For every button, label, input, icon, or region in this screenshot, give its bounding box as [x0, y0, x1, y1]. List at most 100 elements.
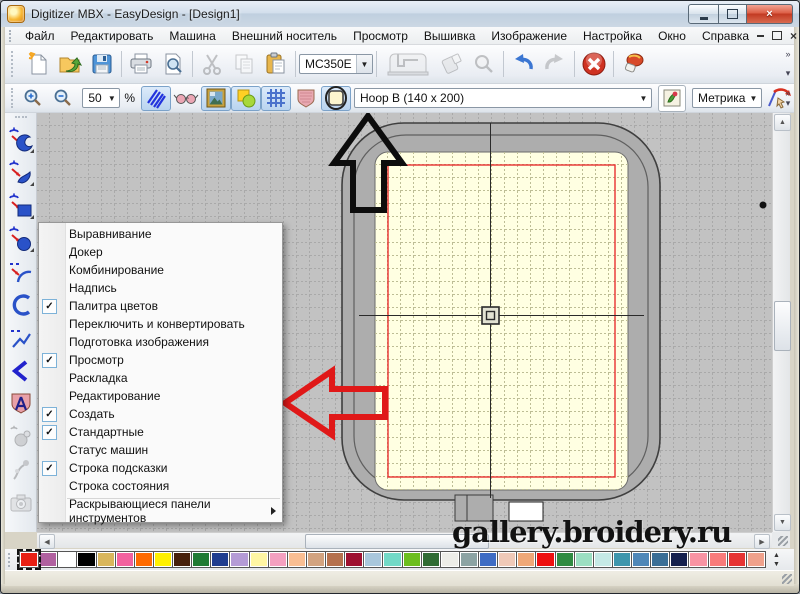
color-swatch[interactable]: [249, 551, 269, 568]
color-swatch[interactable]: [344, 551, 364, 568]
show-stitches-button[interactable]: [141, 86, 171, 111]
hoop-combo[interactable]: Hoop B (140 x 200) ▼: [354, 88, 652, 108]
vertical-scrollbar[interactable]: ▲ ▼: [772, 113, 790, 532]
minimize-button[interactable]: [688, 4, 719, 24]
color-swatch[interactable]: [535, 551, 555, 568]
color-swatch[interactable]: [363, 551, 383, 568]
menu-7[interactable]: Изображение: [483, 28, 575, 44]
resize-grip[interactable]: [778, 536, 788, 546]
context-menu-item[interactable]: Надпись: [39, 279, 282, 297]
color-swatch[interactable]: [19, 551, 39, 568]
context-menu-item[interactable]: Раскрывающиеся панели инструментов: [39, 502, 282, 520]
color-swatch[interactable]: [229, 551, 249, 568]
color-swatch[interactable]: [459, 551, 479, 568]
color-swatch[interactable]: [669, 551, 689, 568]
design-finder-button[interactable]: [468, 48, 500, 80]
write-to-card-button[interactable]: [436, 48, 468, 80]
copy-button[interactable]: [228, 48, 260, 80]
context-menu-item[interactable]: ✓Стандартные: [39, 423, 282, 441]
new-document-button[interactable]: [22, 48, 54, 80]
scroll-up-button[interactable]: ▲: [774, 114, 791, 131]
color-swatch[interactable]: [325, 551, 345, 568]
chevron-down-icon[interactable]: ▼: [356, 55, 372, 73]
resize-grip[interactable]: [782, 574, 792, 584]
tool-rectangle[interactable]: [7, 191, 35, 220]
color-swatch[interactable]: [478, 551, 498, 568]
save-design-button[interactable]: [86, 48, 118, 80]
color-swatch[interactable]: [593, 551, 613, 568]
scroll-left-button[interactable]: ◀: [39, 534, 55, 549]
menubar-drag-handle[interactable]: [9, 30, 11, 42]
menu-6[interactable]: Вышивка: [416, 28, 484, 44]
color-swatch[interactable]: [76, 551, 96, 568]
color-swatch[interactable]: [516, 551, 536, 568]
zoom-out-button[interactable]: [48, 86, 78, 111]
scroll-down-button[interactable]: ▼: [774, 514, 791, 531]
color-swatch[interactable]: [574, 551, 594, 568]
toolbox-drag-handle[interactable]: [15, 116, 27, 122]
color-swatch[interactable]: [306, 551, 326, 568]
redo-button[interactable]: [539, 48, 571, 80]
tool-open-object[interactable]: [7, 158, 35, 187]
tool-circle-arc[interactable]: [7, 290, 35, 319]
color-swatch[interactable]: [555, 551, 575, 568]
chevron-down-icon[interactable]: ▼: [104, 89, 119, 107]
color-swatch[interactable]: [38, 551, 58, 568]
color-swatch[interactable]: [631, 551, 651, 568]
color-swatch[interactable]: [421, 551, 441, 568]
color-swatch[interactable]: [115, 551, 135, 568]
mdi-minimize-icon[interactable]: [757, 35, 764, 37]
context-menu-item[interactable]: Выравнивание: [39, 225, 282, 243]
tool-branching[interactable]: [7, 455, 35, 484]
show-vectors-button[interactable]: [231, 86, 261, 111]
color-swatch[interactable]: [96, 551, 116, 568]
color-swatch[interactable]: [497, 551, 517, 568]
toolbar-overflow[interactable]: »▾: [782, 47, 794, 81]
show-hoop-button[interactable]: [321, 86, 351, 111]
show-picture-button[interactable]: [201, 86, 231, 111]
context-menu-item[interactable]: Подготовка изображения: [39, 333, 282, 351]
print-preview-button[interactable]: [157, 48, 189, 80]
mdi-close-icon[interactable]: ×: [790, 30, 797, 42]
palette-spinner[interactable]: ▲▼: [773, 552, 780, 568]
color-swatch[interactable]: [57, 551, 77, 568]
show-needle-points-button[interactable]: [171, 86, 201, 111]
zoom-in-button[interactable]: [18, 86, 48, 111]
scroll-right-button[interactable]: ▶: [754, 534, 770, 549]
undo-button[interactable]: [507, 48, 539, 80]
zoom-level-combo[interactable]: 50 ▼: [82, 88, 120, 108]
paste-button[interactable]: [260, 48, 292, 80]
color-swatch[interactable]: [287, 551, 307, 568]
color-swatch[interactable]: [191, 551, 211, 568]
machine-combo[interactable]: MC350E ▼: [299, 54, 373, 74]
color-swatch[interactable]: [688, 551, 708, 568]
toolbar-overflow[interactable]: »▾: [782, 86, 794, 110]
vertical-scroll-thumb[interactable]: [774, 301, 791, 351]
toolbar-drag-handle[interactable]: [11, 88, 14, 108]
color-swatch[interactable]: [268, 551, 288, 568]
cut-button[interactable]: [196, 48, 228, 80]
context-menu-item[interactable]: Докер: [39, 243, 282, 261]
color-swatch[interactable]: [650, 551, 670, 568]
menu-5[interactable]: Просмотр: [345, 28, 416, 44]
menu-10[interactable]: Справка: [694, 28, 757, 44]
context-menu-item[interactable]: Строка состояния: [39, 477, 282, 495]
toolbar-drag-handle[interactable]: [11, 51, 18, 78]
color-swatch[interactable]: [382, 551, 402, 568]
context-menu-item[interactable]: Редактирование: [39, 387, 282, 405]
tool-ellipse[interactable]: [7, 224, 35, 253]
tool-fill-design[interactable]: [7, 422, 35, 451]
show-grid-button[interactable]: [261, 86, 291, 111]
tool-photo-flash[interactable]: [7, 488, 35, 517]
color-swatch[interactable]: [210, 551, 230, 568]
stitch-tool-button[interactable]: [617, 48, 649, 80]
tool-chevron[interactable]: [7, 356, 35, 385]
context-menu-item[interactable]: Комбинирование: [39, 261, 282, 279]
context-menu-item[interactable]: Раскладка: [39, 369, 282, 387]
mdi-restore-icon[interactable]: [772, 31, 782, 40]
write-to-machine-button[interactable]: [380, 48, 436, 80]
color-swatch[interactable]: [402, 551, 422, 568]
menu-3[interactable]: Машина: [161, 28, 223, 44]
maximize-button[interactable]: [719, 4, 747, 24]
context-menu-item[interactable]: ✓Строка подсказки: [39, 459, 282, 477]
